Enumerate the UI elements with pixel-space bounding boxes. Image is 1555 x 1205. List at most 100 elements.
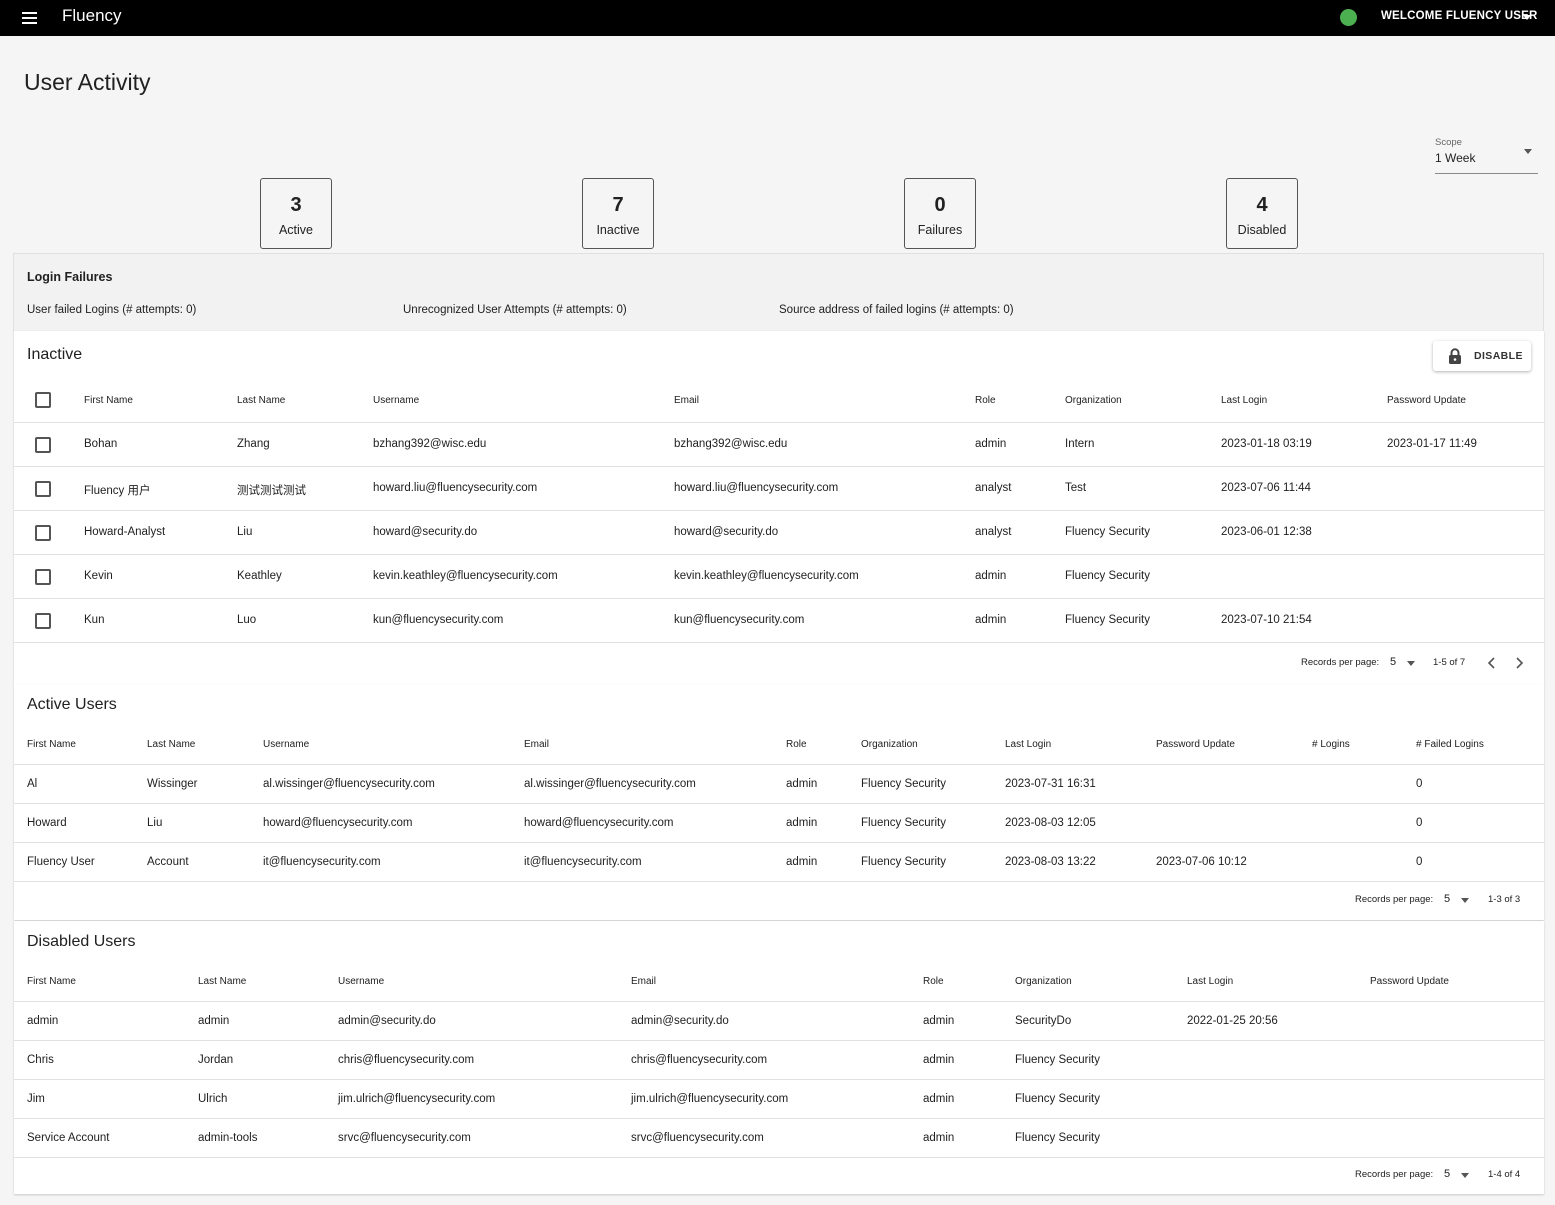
section-title: Inactive	[27, 346, 83, 363]
column-header[interactable]: Last Name	[147, 739, 195, 750]
column-header[interactable]: Email	[524, 739, 549, 750]
table-row[interactable]: Howard Liu howard@fluencysecurity.com howar…	[14, 803, 1544, 842]
user-failed-logins: User failed Logins (# attempts: 0)	[27, 304, 197, 316]
table-cell: Ulrich	[198, 1093, 228, 1105]
row-checkbox[interactable]	[35, 481, 51, 497]
column-header[interactable]: Role	[923, 976, 944, 987]
table-cell: howard@security.do	[373, 526, 478, 538]
table-cell: howard@security.do	[674, 526, 779, 538]
table-row[interactable]: Kevin Keathley kevin.keathley@fluencysecur…	[14, 554, 1544, 598]
table-cell: 2023-08-03 13:22	[1005, 856, 1096, 868]
table-cell: howard@fluencysecurity.com	[263, 817, 413, 829]
column-header[interactable]: Last Name	[237, 395, 285, 406]
chevron-down-icon[interactable]	[1523, 15, 1531, 20]
table-cell: analyst	[975, 526, 1012, 538]
table-cell: admin	[923, 1132, 955, 1144]
table-cell: 2023-01-18 03:19	[1221, 438, 1312, 450]
active-users-card: Active Users First Name Last Name Username…	[14, 684, 1544, 920]
table-cell: Fluency User	[27, 856, 95, 868]
table-row[interactable]: Service Account admin-tools srvc@fluencyse…	[14, 1118, 1544, 1157]
table-cell: admin	[975, 570, 1007, 582]
column-header[interactable]: Last Login	[1187, 976, 1233, 987]
table-cell: admin@security.do	[631, 1015, 729, 1027]
row-checkbox[interactable]	[35, 613, 51, 629]
table-cell: Fluency Security	[861, 778, 947, 790]
dropdown-arrow-icon[interactable]	[1407, 661, 1415, 666]
select-all-checkbox[interactable]	[35, 392, 51, 408]
table-row[interactable]: Howard-Analyst Liu howard@security.do howar…	[14, 510, 1544, 554]
column-header[interactable]: Role	[786, 739, 807, 750]
table-cell: admin@security.do	[338, 1015, 436, 1027]
table-cell: Jim	[27, 1093, 45, 1105]
column-header[interactable]: Organization	[861, 739, 918, 750]
user-menu-button[interactable]: WELCOME FLUENCY USER	[1381, 10, 1538, 22]
records-per-page-select[interactable]: 5	[1444, 1168, 1450, 1180]
records-per-page-select[interactable]: 5	[1390, 656, 1396, 668]
table-cell: Liu	[147, 817, 163, 829]
table-cell: Fluency Security	[1015, 1054, 1101, 1066]
table-cell: 0	[1416, 856, 1423, 868]
dropdown-arrow-icon[interactable]	[1461, 898, 1469, 903]
stat-value: 4	[1256, 194, 1268, 216]
dropdown-arrow-icon[interactable]	[1461, 1173, 1469, 1178]
column-header[interactable]: First Name	[84, 395, 133, 406]
chevron-right-icon[interactable]	[1511, 655, 1527, 671]
table-cell: Test	[1065, 482, 1087, 494]
table-cell: howard@fluencysecurity.com	[524, 817, 674, 829]
table-cell: 2022-01-25 20:56	[1187, 1015, 1278, 1027]
column-header[interactable]: Organization	[1015, 976, 1072, 987]
table-row[interactable]: Al Wissinger al.wissinger@fluencysecurity.…	[14, 764, 1544, 803]
table-row[interactable]: Kun Luo kun@fluencysecurity.com kun@fluency…	[14, 598, 1544, 642]
table-row[interactable]: Fluency User Account it@fluencysecurity.co…	[14, 842, 1544, 881]
table-cell: 2023-07-10 21:54	[1221, 614, 1312, 626]
column-header[interactable]: # Logins	[1312, 739, 1350, 750]
table-cell: Service Account	[27, 1132, 110, 1144]
inactive-users-card: Inactive DISABLE First Name Last Name User…	[14, 331, 1544, 684]
column-header[interactable]: Username	[338, 976, 384, 987]
scope-select[interactable]: Scope 1 Week	[1435, 136, 1538, 174]
scope-label: Scope	[1435, 137, 1462, 148]
table-cell: Howard-Analyst	[84, 526, 166, 538]
table-cell: howard.liu@fluencysecurity.com	[674, 482, 839, 494]
table-cell: Fluency Security	[1015, 1093, 1101, 1105]
row-checkbox[interactable]	[35, 525, 51, 541]
records-per-page-label: Records per page:	[1301, 657, 1380, 668]
column-header[interactable]: First Name	[27, 739, 76, 750]
column-header[interactable]: Last Login	[1005, 739, 1051, 750]
column-header[interactable]: Email	[674, 395, 699, 406]
row-checkbox[interactable]	[35, 437, 51, 453]
table-row[interactable]: Bohan Zhang bzhang392@wisc.edu bzhang392@wi…	[14, 422, 1544, 466]
table-cell: jim.ulrich@fluencysecurity.com	[631, 1093, 789, 1105]
column-header[interactable]: Username	[373, 395, 419, 406]
records-per-page-select[interactable]: 5	[1444, 893, 1450, 905]
table-row[interactable]: Fluency 用户 测试测试测试 howard.liu@fluencysecuri…	[14, 466, 1544, 510]
table-cell: admin	[198, 1015, 230, 1027]
source-address-failed-logins: Source address of failed logins (# attem…	[779, 304, 1014, 316]
column-header[interactable]: Password Update	[1370, 976, 1449, 987]
column-header[interactable]: Last Name	[198, 976, 246, 987]
dropdown-arrow-icon	[1524, 149, 1532, 154]
row-checkbox[interactable]	[35, 569, 51, 585]
table-row[interactable]: Chris Jordan chris@fluencysecurity.com chri…	[14, 1040, 1544, 1079]
table-row[interactable]: Jim Ulrich jim.ulrich@fluencysecurity.com j…	[14, 1079, 1544, 1118]
login-failures-panel: Login Failures User failed Logins (# att…	[13, 253, 1544, 332]
column-header[interactable]: Password Update	[1156, 739, 1235, 750]
column-header[interactable]: Password Update	[1387, 395, 1466, 406]
table-cell: Kevin	[84, 570, 113, 582]
column-header[interactable]: # Failed Logins	[1416, 739, 1484, 750]
table-cell: admin	[923, 1093, 955, 1105]
table-cell: al.wissinger@fluencysecurity.com	[263, 778, 435, 790]
column-header[interactable]: Role	[975, 395, 996, 406]
table-cell: 2023-06-01 12:38	[1221, 526, 1312, 538]
column-header[interactable]: Email	[631, 976, 656, 987]
stat-label: Failures	[917, 223, 963, 237]
column-header[interactable]: Username	[263, 739, 309, 750]
stat-value: 3	[290, 194, 302, 216]
chevron-left-icon[interactable]	[1484, 655, 1500, 671]
disable-button[interactable]: DISABLE	[1433, 341, 1531, 371]
hamburger-menu-icon[interactable]	[20, 9, 40, 27]
column-header[interactable]: First Name	[27, 976, 76, 987]
column-header[interactable]: Organization	[1065, 395, 1122, 406]
table-row[interactable]: admin admin admin@security.do admin@securit…	[14, 1001, 1544, 1040]
column-header[interactable]: Last Login	[1221, 395, 1267, 406]
